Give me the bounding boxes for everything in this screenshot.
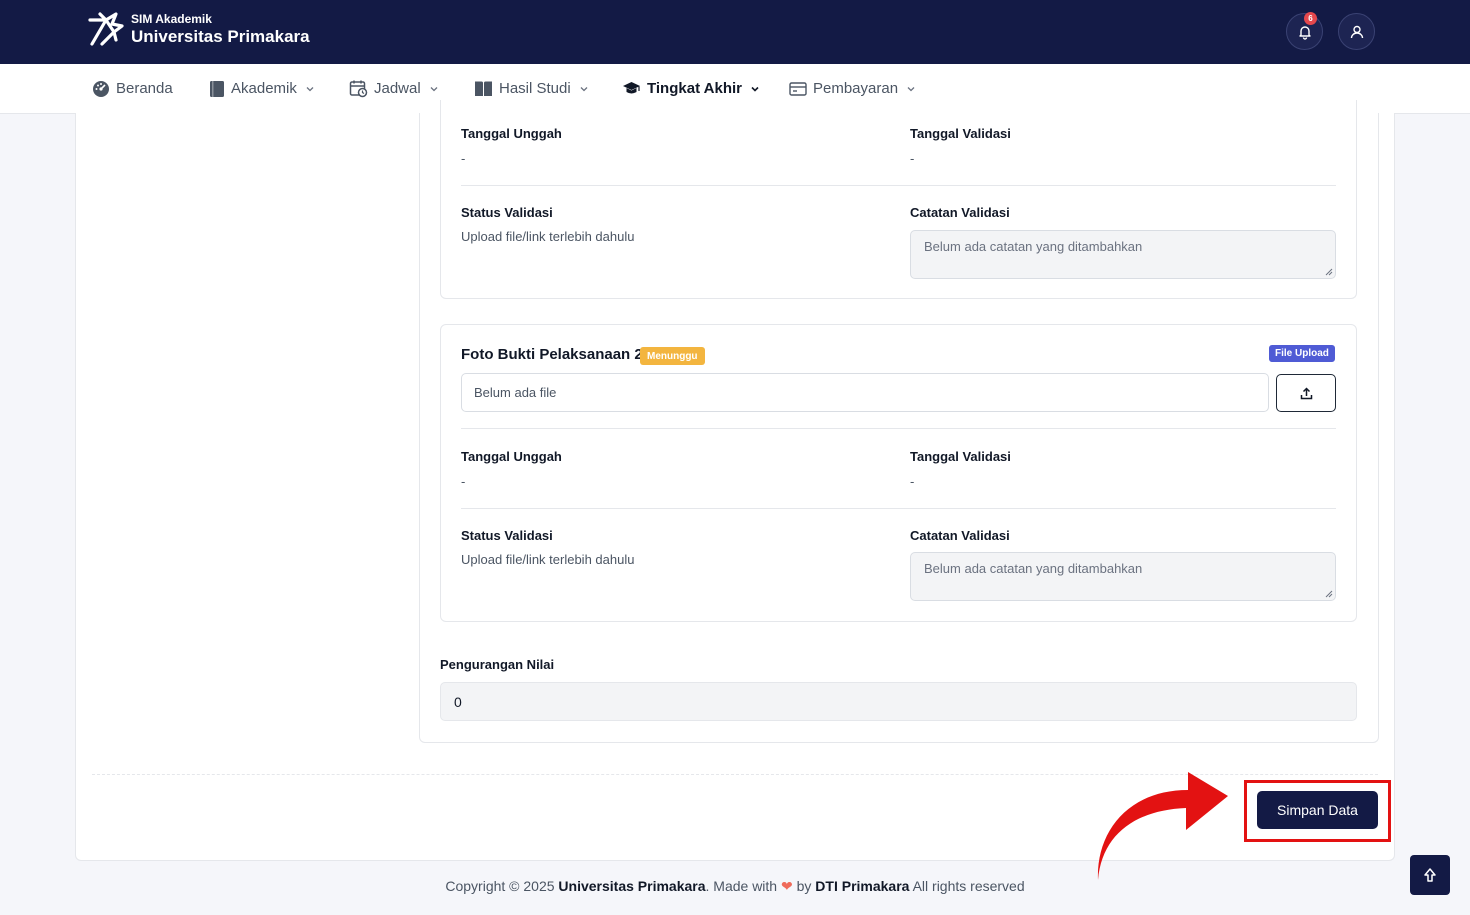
nav-label: Hasil Studi [499,80,571,97]
validation-notes-field[interactable]: Belum ada catatan yang ditambahkan [910,230,1336,279]
footer-prefix: Copyright © 2025 [445,878,559,894]
validation-date-label: Tanggal Validasi [910,126,1011,141]
document-title: Foto Bukti Pelaksanaan 2 [461,346,643,363]
heart-icon: ❤ [780,878,793,894]
resize-handle-icon[interactable] [1325,590,1333,598]
validation-date-value: - [910,474,915,489]
file-placeholder: Belum ada file [474,385,557,400]
upload-date-value: - [461,474,466,489]
user-menu-button[interactable] [1338,13,1375,50]
top-header: SIM Akademik Universitas Primakara 6 [0,0,1470,64]
validation-notes-field[interactable]: Belum ada catatan yang ditambahkan [910,552,1336,601]
upload-date-value: - [461,151,466,166]
notification-button[interactable]: 6 [1286,12,1323,50]
validation-date-value: - [910,151,915,166]
footer-team: DTI Primakara [815,878,910,894]
wallet-icon [789,81,807,96]
footer-made-with: . Made with [705,878,781,894]
university-name: Universitas Primakara [131,27,310,46]
open-book-icon [475,81,492,96]
type-badge: File Upload [1269,345,1335,362]
chevron-down-icon [430,86,438,91]
notes-placeholder: Belum ada catatan yang ditambahkan [924,561,1143,576]
footer-suffix: All rights reserved [909,878,1025,894]
footer-by: by [792,878,816,894]
notification-badge: 6 [1304,12,1317,25]
validation-notes-label: Catatan Validasi [910,205,1010,220]
upload-date-label: Tanggal Unggah [461,449,562,464]
grade-reduction-value: 0 [454,693,462,710]
arrow-up-icon [1424,868,1436,882]
status-badge: Menunggu [640,347,705,365]
nav-item-jadwal[interactable]: Jadwal [349,64,439,113]
validation-status-value: Upload file/link terlebih dahulu [461,552,635,567]
chevron-down-icon [580,86,588,91]
divider [461,508,1336,509]
divider [461,428,1336,429]
upload-date-label: Tanggal Unggah [461,126,562,141]
calendar-clock-icon [349,80,368,98]
footer-university: Universitas Primakara [558,878,706,894]
app-name: SIM Akademik [131,12,212,26]
bell-icon [1298,25,1311,40]
validation-date-label: Tanggal Validasi [910,449,1011,464]
nav-item-beranda[interactable]: Beranda [92,64,173,113]
divider [461,185,1336,186]
nav-label: Tingkat Akhir [647,80,743,97]
upload-button[interactable] [1276,374,1336,412]
user-icon [1350,25,1363,38]
scroll-to-top-button[interactable] [1410,855,1450,895]
nav-label: Akademik [231,80,297,97]
nav-label: Pembayaran [813,80,899,97]
logo-icon[interactable] [86,10,126,50]
nav-label: Jadwal [374,80,421,97]
notes-placeholder: Belum ada catatan yang ditambahkan [924,239,1143,254]
chevron-down-icon [751,86,759,92]
validation-notes-label: Catatan Validasi [910,528,1010,543]
grade-reduction-label: Pengurangan Nilai [440,657,555,672]
footer: Copyright © 2025 Universitas Primakara. … [0,878,1470,895]
validation-status-label: Status Validasi [461,528,553,543]
dashboard-icon [93,80,109,97]
book-icon [210,80,224,97]
chevron-down-icon [306,86,314,91]
upload-icon [1300,386,1312,399]
nav-item-akademik[interactable]: Akademik [209,64,315,113]
validation-status-value: Upload file/link terlebih dahulu [461,229,635,244]
graduation-cap-icon [623,81,640,93]
validation-status-label: Status Validasi [461,205,553,220]
save-button[interactable]: Simpan Data [1257,791,1378,829]
annotation-arrow-icon [1097,772,1228,880]
chevron-down-icon [907,86,915,91]
nav-label: Beranda [116,80,173,97]
resize-handle-icon[interactable] [1325,268,1333,276]
file-input[interactable]: Belum ada file [461,373,1269,412]
grade-reduction-field: 0 [440,682,1357,721]
